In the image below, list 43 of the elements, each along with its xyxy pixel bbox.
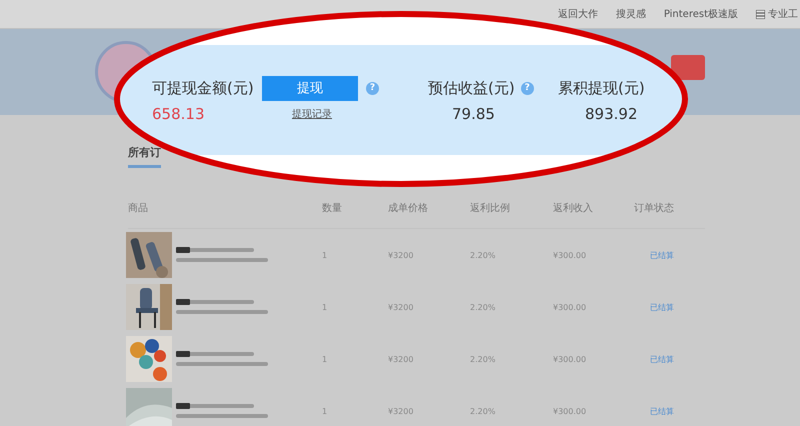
column-header: 返利比例 <box>470 202 511 215</box>
help-icon[interactable]: ? <box>520 82 534 94</box>
table-cell-text: 2.20% <box>470 250 496 260</box>
table-cell-text: ¥3200 <box>388 250 414 260</box>
nav-link[interactable]: Pinterest极速版 <box>664 7 738 21</box>
table-cell-text: 2.20% <box>470 406 496 416</box>
nav-link[interactable]: 返回大作 <box>558 7 598 21</box>
table-cell-text: ¥300.00 <box>553 354 588 364</box>
action-button[interactable] <box>671 54 705 80</box>
table-cell-text: 1 <box>322 250 328 260</box>
stat-label: 累积提现(元) <box>558 78 646 98</box>
stat-label: 可提现金额(元) <box>152 78 255 98</box>
table-cell-text: ¥300.00 <box>553 302 588 312</box>
table-cell-text: 1 <box>322 406 328 416</box>
table-cell-text: 1 <box>322 354 328 364</box>
stat-value: 658.13 <box>152 105 206 123</box>
table-cell-text: ¥300.00 <box>553 250 588 260</box>
table-cell-text: 1 <box>322 302 328 312</box>
column-header: 成单价格 <box>388 202 429 215</box>
column-header: 订单状态 <box>634 202 675 215</box>
status-link[interactable]: 已结算 <box>650 250 674 260</box>
history-link[interactable]: 提现记录 <box>292 107 332 121</box>
stat-value: 79.85 <box>452 105 495 123</box>
grid-icon <box>756 10 765 18</box>
status-link[interactable]: 已结算 <box>650 354 674 364</box>
table-cell-text: ¥3200 <box>388 302 414 312</box>
tab[interactable]: 所有订 <box>128 145 161 168</box>
table-cell-text: ¥300.00 <box>553 406 588 416</box>
stat-value: 893.92 <box>585 105 638 123</box>
table-cell-text: 2.20% <box>470 302 496 312</box>
table-cell-text: 2.20% <box>470 354 496 364</box>
table-cell-text: ¥3200 <box>388 354 414 364</box>
status-link[interactable]: 已结算 <box>650 302 674 312</box>
column-header: 商品 <box>128 202 149 215</box>
withdraw-button[interactable]: 提现 <box>262 76 358 100</box>
column-header: 返利收入 <box>553 202 594 215</box>
nav-link[interactable]: 专业工 <box>756 7 798 21</box>
table-cell-text: ¥3200 <box>388 406 414 416</box>
help-icon[interactable]: ? <box>366 82 379 94</box>
stat-label: 预估收益(元) <box>428 78 515 98</box>
status-link[interactable]: 已结算 <box>650 406 674 416</box>
nav-link[interactable]: 搜灵感 <box>616 7 646 21</box>
column-header: 数量 <box>322 202 343 215</box>
